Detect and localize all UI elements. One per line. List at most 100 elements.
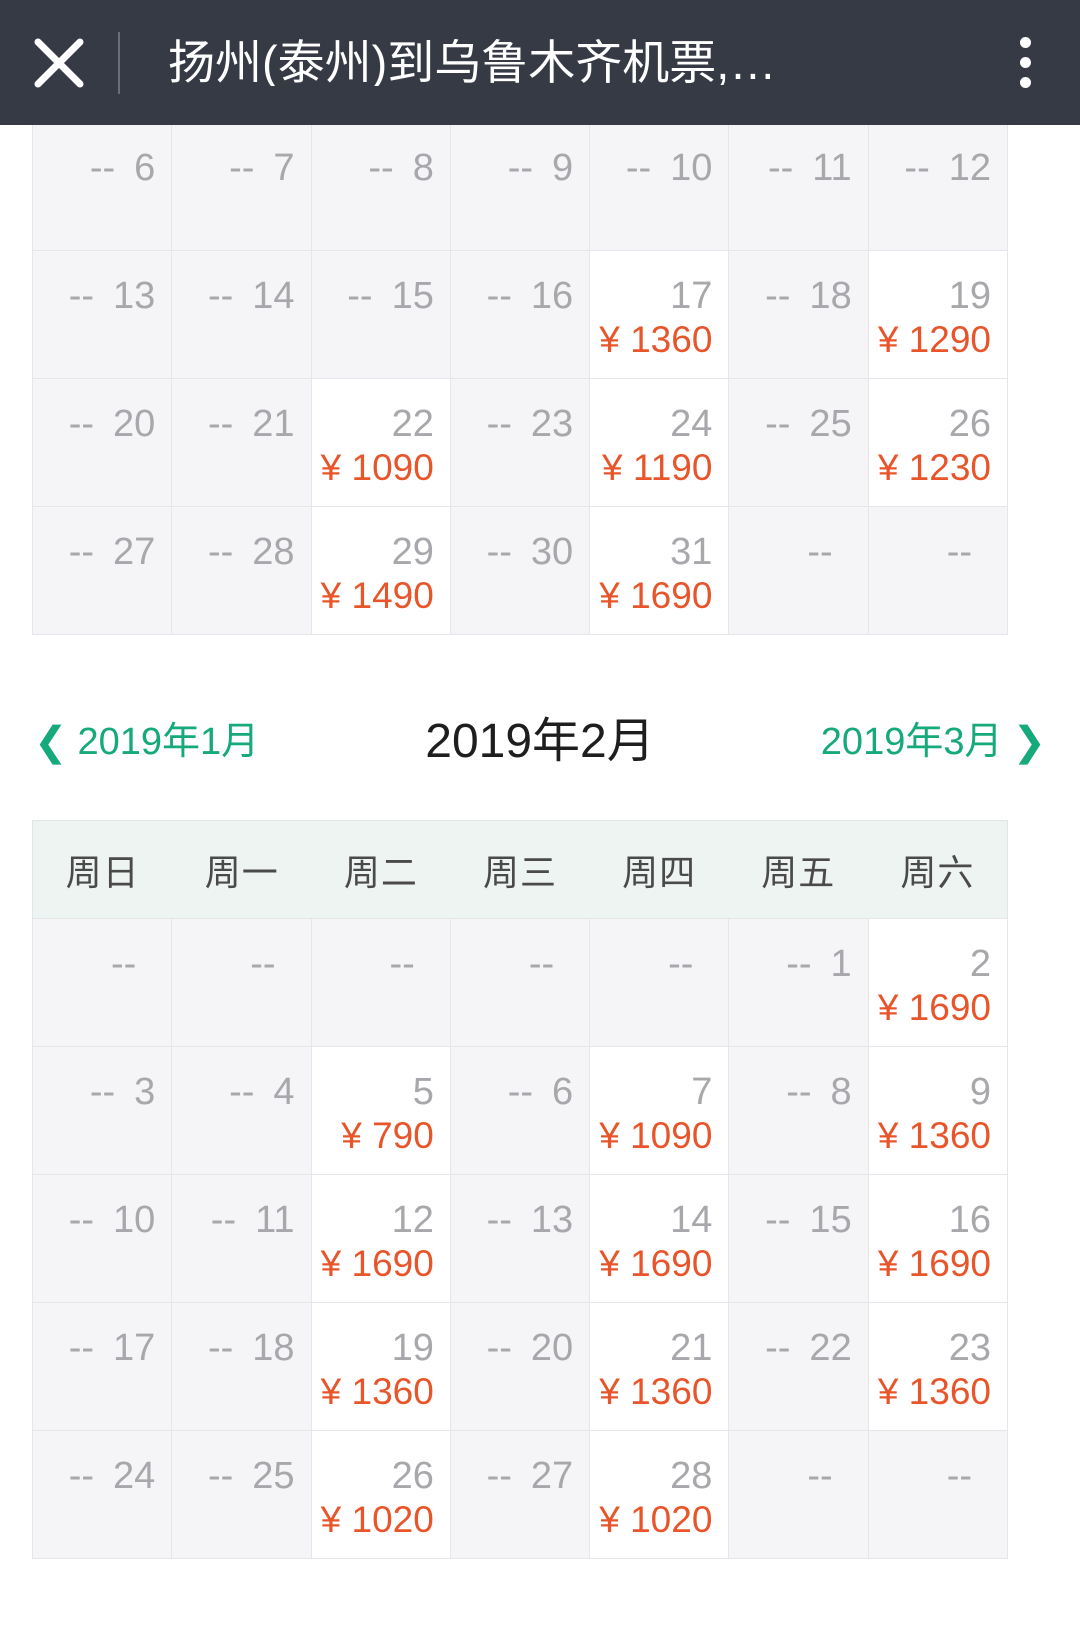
calendar-day-cell-disabled: -- 28 [172, 507, 312, 635]
weekday-header-3: 周三 [482, 851, 557, 893]
calendar-day-cell-available[interactable]: 28 ¥ 1020 [590, 1431, 730, 1559]
calendar-day-cell-available[interactable]: 2 ¥ 1690 [868, 919, 1008, 1047]
calendar-day-cell-available[interactable]: 21 ¥ 1360 [590, 1303, 730, 1431]
day-price: ¥ 1360 [599, 1371, 713, 1412]
titlebar: 扬州(泰州)到乌鲁木齐机票,… [0, 0, 1080, 125]
more-vertical-icon-dot [1019, 77, 1031, 88]
day-number: 9 [969, 1071, 991, 1113]
day-number: -- 16 [486, 275, 574, 317]
weekday-header-6: 周六 [900, 851, 975, 893]
calendar-day-cell-available[interactable]: 17 ¥ 1360 [590, 251, 730, 379]
calendar-day-cell-available[interactable]: 9 ¥ 1360 [868, 1047, 1008, 1175]
calendar-day-cell-disabled: -- 16 [450, 251, 591, 379]
calendar-day-cell-available[interactable]: 22 ¥ 1090 [311, 379, 451, 507]
calendar-day-cell-available[interactable]: 5 ¥ 790 [311, 1047, 451, 1175]
calendar-day-cell-disabled: -- 21 [172, 379, 312, 507]
weekday-header-5: 周五 [761, 851, 836, 893]
day-price: ¥ 1360 [877, 1371, 991, 1412]
calendar-day-cell-disabled: -- [172, 919, 312, 1047]
calendar-day-cell-disabled: -- 6 [450, 1047, 591, 1175]
day-number: -- [946, 1455, 991, 1497]
calendar-day-cell-available[interactable]: 23 ¥ 1360 [868, 1303, 1008, 1431]
calendar-day-cell-disabled: -- 9 [450, 123, 591, 251]
day-number: -- 10 [625, 147, 713, 189]
day-price: ¥ 1690 [599, 1243, 713, 1284]
calendar-day-cell-disabled: -- 25 [729, 379, 869, 507]
calendar-day-cell-available[interactable]: 12 ¥ 1690 [311, 1175, 451, 1303]
calendar-day-cell-available[interactable]: 14 ¥ 1690 [590, 1175, 730, 1303]
day-price: ¥ 1690 [599, 575, 713, 616]
day-number: -- 30 [486, 531, 574, 573]
calendar-day-cell-disabled: -- 24 [33, 1431, 173, 1559]
calendar-day-cell-disabled: -- 30 [450, 507, 591, 635]
calendar-day-cell-available[interactable]: 26 ¥ 1020 [311, 1431, 451, 1559]
day-price: ¥ 1020 [320, 1499, 434, 1540]
day-number: -- 4 [229, 1071, 295, 1113]
calendar-day-cell-available[interactable]: 31 ¥ 1690 [590, 507, 730, 635]
day-price: ¥ 1360 [320, 1371, 434, 1412]
calendar-day-cell-available[interactable]: 7 ¥ 1090 [590, 1047, 730, 1175]
day-number: 14 [670, 1199, 713, 1241]
day-number: -- 12 [904, 147, 991, 189]
day-number: -- [807, 531, 852, 573]
day-price: ¥ 1360 [599, 319, 713, 360]
calendar-day-cell-available[interactable]: 26 ¥ 1230 [868, 379, 1008, 507]
calendar-day-cell-disabled: -- 3 [33, 1047, 173, 1175]
calendar-day-cell-disabled: -- 8 [311, 123, 451, 251]
day-price: ¥ 1690 [877, 987, 991, 1028]
day-number: -- 13 [486, 1199, 574, 1241]
calendar-grid-january: -- 6 -- 7 -- 8 -- 9 -- 10 -- 11 -- 12 -- 13 -- 1… [32, 122, 1008, 635]
calendar-day-cell-disabled: -- 20 [33, 379, 173, 507]
calendar-week-row: -- 17 -- 18 19 ¥ 1360 -- 20 21 ¥ 1360 -- 22 23 ¥ … [33, 1303, 1008, 1431]
calendar-day-cell-disabled: -- 12 [868, 123, 1008, 251]
day-number: 16 [948, 1199, 991, 1241]
day-number: -- 10 [68, 1199, 156, 1241]
day-number: 19 [391, 1327, 434, 1369]
calendar-day-cell-disabled: -- 15 [729, 1175, 869, 1303]
calendar-day-cell-disabled: -- 1 [729, 919, 869, 1047]
day-number: -- [668, 943, 713, 985]
day-number: -- 27 [68, 531, 156, 573]
day-price: ¥ 1190 [602, 447, 713, 488]
day-number: 28 [670, 1455, 713, 1497]
day-number: 7 [691, 1071, 713, 1113]
day-number: -- 14 [207, 275, 295, 317]
calendar-day-cell-disabled: -- [33, 919, 173, 1047]
day-number: -- [250, 943, 295, 985]
day-number: 2 [969, 943, 991, 985]
day-number: -- 11 [767, 147, 852, 189]
more-options-button[interactable] [970, 0, 1080, 125]
calendar-day-cell-available[interactable]: 16 ¥ 1690 [868, 1175, 1008, 1303]
calendar-day-cell-available[interactable]: 29 ¥ 1490 [311, 507, 451, 635]
day-price: ¥ 790 [341, 1115, 434, 1156]
day-number: 26 [948, 403, 991, 445]
calendar-day-cell-disabled: -- [868, 1431, 1008, 1559]
day-price: ¥ 1360 [877, 1115, 991, 1156]
calendar-day-cell-disabled: -- 27 [33, 507, 173, 635]
day-number: -- 22 [765, 1327, 852, 1369]
calendar-week-row: -- 27 -- 28 29 ¥ 1490 -- 30 31 ¥ 1690 -- -- [33, 507, 1008, 635]
calendar-week-row: -- 6 -- 7 -- 8 -- 9 -- 10 -- 11 -- 12 [33, 123, 1008, 251]
day-price: ¥ 1090 [320, 447, 434, 488]
calendar-day-cell-disabled: -- 10 [33, 1175, 173, 1303]
day-number: -- [389, 943, 434, 985]
day-number: -- 15 [765, 1199, 852, 1241]
prev-month-button[interactable]: ❮ 2019年1月 [34, 722, 259, 762]
next-month-button[interactable]: 2019年3月 ❯ [821, 722, 1046, 762]
calendar-weeks-february: -- -- -- -- -- -- 1 2 ¥ 1690 -- 3 -- 4 5 ¥ 790… [32, 918, 1008, 1559]
day-number: -- 18 [765, 275, 852, 317]
calendar-week-row: -- 24 -- 25 26 ¥ 1020 -- 27 28 ¥ 1020 -- -- [33, 1431, 1008, 1559]
calendar-day-cell-available[interactable]: 24 ¥ 1190 [590, 379, 730, 507]
calendar-day-cell-disabled: -- 27 [450, 1431, 591, 1559]
calendar-day-cell-available[interactable]: 19 ¥ 1290 [868, 251, 1008, 379]
close-button[interactable] [0, 0, 118, 125]
day-number: -- 25 [207, 1455, 295, 1497]
day-number: 17 [670, 275, 713, 317]
calendar-day-cell-disabled: -- [450, 919, 591, 1047]
day-number: -- 15 [347, 275, 434, 317]
calendar-grid-february: 周日 周一 周二 周三 周四 周五 周六 -- -- -- -- -- -- 1 2 ¥ 169… [32, 820, 1008, 1559]
calendar-day-cell-available[interactable]: 19 ¥ 1360 [311, 1303, 451, 1431]
weekday-header-1: 周一 [204, 851, 279, 893]
day-number: -- 20 [68, 403, 156, 445]
calendar-day-cell-disabled: -- 20 [450, 1303, 591, 1431]
